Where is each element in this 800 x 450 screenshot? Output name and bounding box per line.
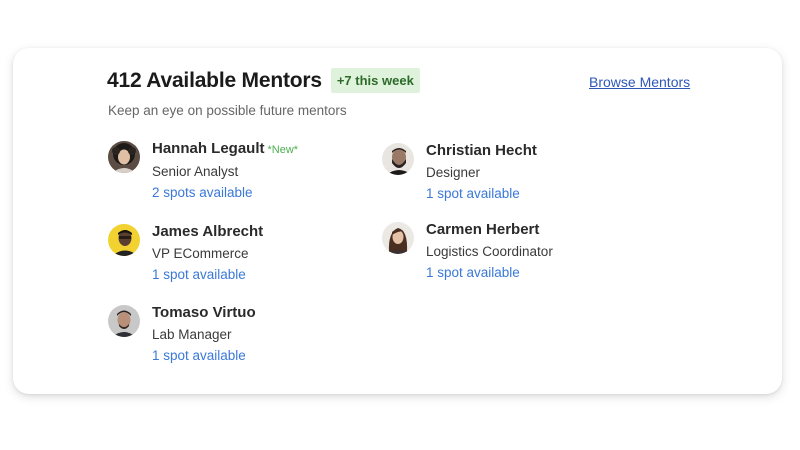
- mentor-info: Hannah Legault *New* Senior Analyst 2 spo…: [152, 140, 298, 202]
- mentor-name[interactable]: Christian Hecht: [426, 142, 537, 160]
- mentor-spots-link[interactable]: 1 spot available: [152, 266, 263, 284]
- mentor-role: VP ECommerce: [152, 246, 249, 261]
- new-tag: *New*: [267, 144, 299, 156]
- mentor-info: Carmen Herbert Logistics Coordinator 1 s…: [426, 221, 553, 282]
- mentor-role: Designer: [426, 165, 481, 180]
- mentor-spots-link[interactable]: 1 spot available: [152, 347, 256, 365]
- mentor-item[interactable]: Christian Hecht Designer 1 spot availabl…: [382, 142, 642, 213]
- mentor-name[interactable]: Carmen Herbert: [426, 221, 553, 239]
- mentor-name[interactable]: Tomaso Virtuo: [152, 304, 256, 322]
- mentor-item[interactable]: Carmen Herbert Logistics Coordinator 1 s…: [382, 221, 642, 292]
- mentor-info: Christian Hecht Designer 1 spot availabl…: [426, 142, 537, 203]
- mentors-count-title: 412 Available Mentors: [107, 68, 322, 92]
- woman-long-hair-avatar[interactable]: [382, 222, 414, 254]
- mentor-name[interactable]: James Albrecht: [152, 223, 263, 241]
- mentor-item[interactable]: Tomaso Virtuo Lab Manager 1 spot availab…: [108, 304, 368, 375]
- bearded-man-avatar[interactable]: [382, 143, 414, 175]
- mentor-spots-link[interactable]: 2 spots available: [152, 184, 298, 202]
- mentor-spots-link[interactable]: 1 spot available: [426, 264, 553, 282]
- browse-mentors-link[interactable]: Browse Mentors: [589, 74, 690, 90]
- mentor-role: Logistics Coordinator: [426, 244, 553, 259]
- mentor-spots-link[interactable]: 1 spot available: [426, 185, 537, 203]
- mentor-item[interactable]: Hannah Legault *New* Senior Analyst 2 spo…: [108, 140, 368, 211]
- mentor-info: Tomaso Virtuo Lab Manager 1 spot availab…: [152, 304, 256, 365]
- card-header: 412 Available Mentors +7 this week: [107, 68, 420, 93]
- mentor-role: Senior Analyst: [152, 164, 239, 179]
- mentor-role: Lab Manager: [152, 327, 232, 342]
- woman-curly-hair-avatar[interactable]: [108, 141, 140, 173]
- mentor-name[interactable]: Hannah Legault: [152, 140, 265, 157]
- card-subtitle: Keep an eye on possible future mentors: [108, 103, 347, 118]
- man-dark-hair-avatar[interactable]: [108, 305, 140, 337]
- mentor-info: James Albrecht VP ECommerce 1 spot avail…: [152, 223, 263, 284]
- mentors-card: 412 Available Mentors +7 this week Brows…: [13, 48, 782, 394]
- man-yellow-background-avatar[interactable]: [108, 224, 140, 256]
- weekly-new-badge: +7 this week: [330, 68, 420, 93]
- mentor-item[interactable]: James Albrecht VP ECommerce 1 spot avail…: [108, 223, 368, 294]
